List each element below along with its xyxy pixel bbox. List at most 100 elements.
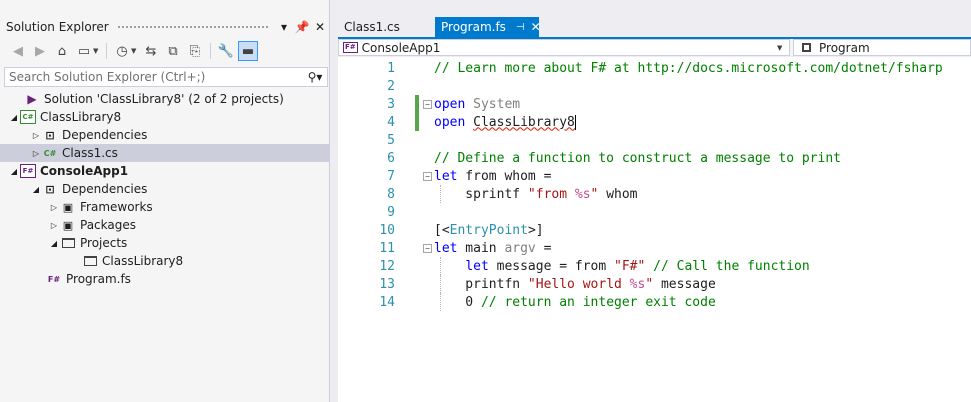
tree-item[interactable]: ◢ C# ClassLibrary8: [0, 108, 330, 126]
code-token: 0: [434, 294, 481, 310]
forward-icon[interactable]: ▶: [30, 41, 50, 61]
close-tab-icon[interactable]: ✕: [531, 20, 541, 34]
sync-with-active-document-icon[interactable]: ⇆: [141, 41, 161, 61]
code-line[interactable]: 2: [338, 77, 971, 95]
code-line[interactable]: 4 open ClassLibrary8: [338, 113, 971, 131]
search-icon[interactable]: ⚲▾: [303, 70, 327, 84]
expanded-arrow-icon[interactable]: ◢: [48, 234, 60, 252]
navigation-bar: F# ConsoleApp1 ▼ Program: [338, 39, 971, 56]
collapsed-arrow-icon[interactable]: ▷: [30, 144, 42, 162]
code-line[interactable]: 8 sprintf "from %s" whom: [338, 185, 971, 203]
switch-views-icon[interactable]: ▭: [74, 41, 94, 61]
code-line[interactable]: 5: [338, 131, 971, 149]
code-editor[interactable]: 1 // Learn more about F# at http://docs.m…: [338, 57, 971, 402]
drag-grip[interactable]: [116, 24, 268, 30]
code-line[interactable]: 3 − open System: [338, 95, 971, 113]
line-number: 9: [387, 204, 395, 220]
code-line[interactable]: 7 − let from whom =: [338, 167, 971, 185]
document-tabs: Class1.cs Program.fs ⊣ ✕: [338, 17, 971, 37]
switch-views-dropdown-icon[interactable]: ▼: [93, 47, 101, 55]
collapse-all-icon[interactable]: ⧉: [163, 41, 183, 61]
code-token: System: [473, 96, 521, 112]
window-position-dropdown-icon[interactable]: ▾: [276, 19, 292, 35]
project-dropdown[interactable]: F# ConsoleApp1 ▼: [338, 39, 790, 56]
properties-wrench-icon[interactable]: 🔧: [216, 41, 236, 61]
expanded-arrow-icon[interactable]: ◢: [8, 162, 20, 180]
tree-item-label: ClassLibrary8: [40, 110, 122, 124]
fsharp-project-icon: F#: [20, 164, 36, 178]
code-line[interactable]: 14 0 // return an integer exit code: [338, 293, 971, 311]
back-icon[interactable]: ◀: [8, 41, 28, 61]
show-all-files-icon[interactable]: ⎘: [185, 41, 205, 61]
tree-item[interactable]: ▷ ⊡ Dependencies: [0, 126, 330, 144]
tree-item[interactable]: ◢ F# ConsoleApp1: [0, 162, 330, 180]
member-dropdown[interactable]: Program: [793, 39, 971, 56]
collapsed-arrow-icon[interactable]: ▷: [30, 126, 42, 144]
filter-dropdown-icon[interactable]: ▼: [131, 47, 139, 55]
code-token: printfn: [434, 276, 528, 292]
code-line[interactable]: 10 [<EntryPoint>]: [338, 221, 971, 239]
tree-item[interactable]: F# Program.fs: [0, 270, 330, 288]
tree-item-label: Packages: [80, 218, 136, 232]
toolbar-separator: [210, 43, 211, 59]
preview-selected-items-icon[interactable]: ▬: [238, 41, 258, 61]
code-token: %s: [629, 276, 646, 292]
tree-item[interactable]: ◢ Projects: [0, 234, 330, 252]
code-line[interactable]: 13 printfn "Hello world %s" message: [338, 275, 971, 293]
expanded-arrow-icon[interactable]: ◢: [30, 180, 42, 198]
code-line[interactable]: 11 − let main argv =: [338, 239, 971, 257]
chevron-down-icon[interactable]: ▼: [777, 44, 789, 52]
code-line[interactable]: 1 // Learn more about F# at http://docs.m…: [338, 59, 971, 77]
solution-explorer-search-input[interactable]: Search Solution Explorer (Ctrl+;) ⚲▾: [4, 67, 328, 87]
code-line[interactable]: 9: [338, 203, 971, 221]
tree-item[interactable]: ClassLibrary8: [0, 252, 330, 270]
solution-explorer-title-bar: Solution Explorer ▾ 📌 ✕: [0, 17, 330, 37]
tab-class1-cs[interactable]: Class1.cs: [338, 17, 435, 37]
tree-item[interactable]: ◢ ⊡ Dependencies: [0, 180, 330, 198]
collapse-region-icon[interactable]: −: [423, 171, 432, 181]
collapsed-arrow-icon[interactable]: ▷: [48, 198, 60, 216]
pin-tab-icon[interactable]: ⊣: [516, 22, 525, 33]
code-token: ClassLibrary8: [473, 114, 575, 130]
tab-label: Program.fs: [441, 20, 506, 34]
tree-item-label: ConsoleApp1: [40, 164, 129, 178]
tree-item[interactable]: ▷ C# Class1.cs: [0, 144, 330, 162]
code-token: open: [434, 96, 466, 112]
expanded-arrow-icon[interactable]: ◢: [8, 108, 20, 126]
code-token: open: [434, 114, 466, 130]
code-text: let message = from "F#" // Call the func…: [434, 259, 809, 274]
line-number: 3: [387, 96, 395, 112]
dependencies-icon: ⊡: [45, 182, 55, 196]
tree-item[interactable]: ▶ Solution 'ClassLibrary8' (2 of 2 projec…: [0, 90, 330, 108]
csharp-project-icon: C#: [20, 110, 36, 124]
collapse-region-icon[interactable]: −: [423, 243, 432, 253]
home-icon[interactable]: ⌂: [52, 41, 72, 61]
line-number: 6: [387, 150, 395, 166]
code-token: EntryPoint: [449, 222, 528, 238]
frameworks-icon: ▣: [62, 200, 74, 214]
code-line[interactable]: 6 // Define a function to construct a mes…: [338, 149, 971, 167]
fsharp-file-icon: F#: [47, 274, 61, 284]
tree-item[interactable]: ▷ ▣ Frameworks: [0, 198, 330, 216]
pending-changes-filter-icon[interactable]: ◷: [112, 41, 132, 61]
code-token: // return an integer exit code: [480, 294, 716, 310]
solution-tree: ▶ Solution 'ClassLibrary8' (2 of 2 projec…: [0, 90, 330, 288]
code-text: printfn "Hello world %s" message: [434, 276, 715, 292]
solution-explorer-toolbar: ◀ ▶ ⌂ ▭ ▼ ◷ ▼ ⇆ ⧉ ⎘ 🔧 ▬: [0, 38, 330, 64]
close-icon[interactable]: ✕: [312, 19, 328, 35]
code-token: "from: [527, 186, 575, 202]
collapsed-arrow-icon[interactable]: ▷: [48, 216, 60, 234]
tab-program-fs[interactable]: Program.fs ⊣ ✕: [435, 17, 541, 37]
pin-icon[interactable]: 📌: [294, 19, 310, 35]
code-token: whom: [598, 186, 638, 202]
code-text: // Define a function to construct a mess…: [434, 151, 841, 166]
collapse-region-icon[interactable]: −: [423, 99, 432, 109]
code-line[interactable]: 12 let message = from "F#" // Call the f…: [338, 257, 971, 275]
tree-item[interactable]: ▷ ▣ Packages: [0, 216, 330, 234]
tree-item-label: Frameworks: [80, 200, 153, 214]
